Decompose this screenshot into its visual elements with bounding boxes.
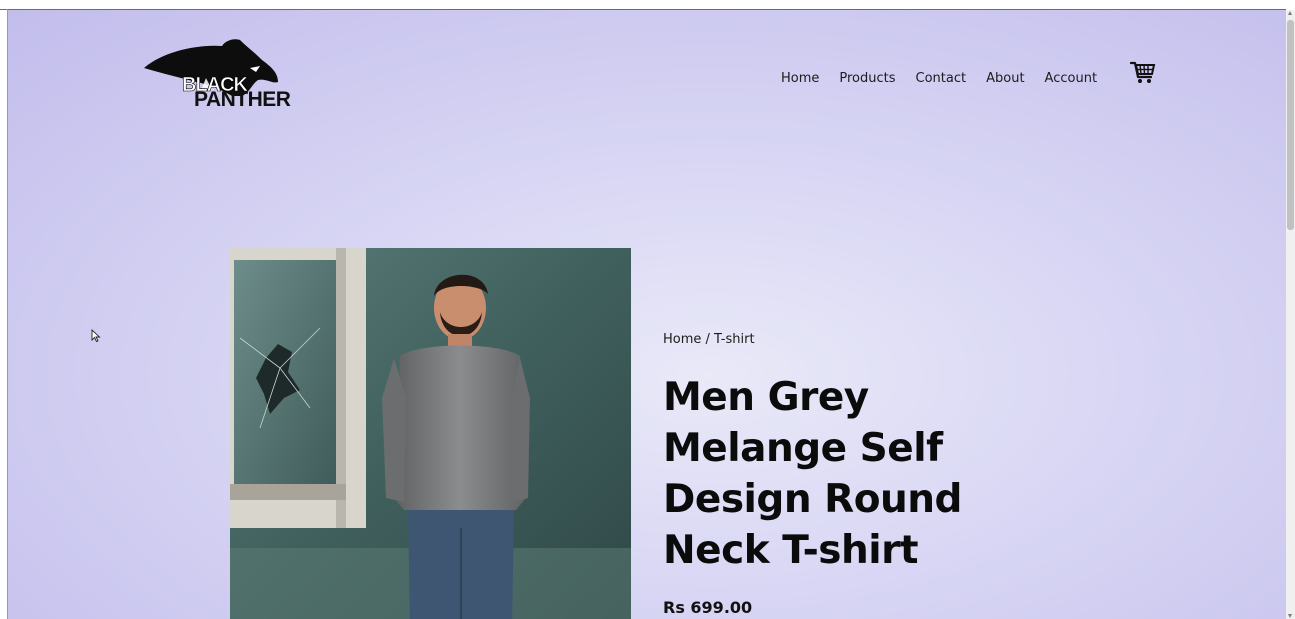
product-image[interactable] bbox=[230, 248, 631, 619]
shopping-cart-icon[interactable] bbox=[1129, 60, 1156, 86]
product-photo bbox=[230, 248, 631, 619]
product-price: Rs 699.00 bbox=[663, 598, 753, 617]
brand-logo[interactable]: BLACK PANTHER bbox=[142, 38, 312, 113]
vertical-scrollbar[interactable] bbox=[1286, 10, 1295, 619]
brand-wordmark: BLACK PANTHER bbox=[142, 38, 312, 113]
scroll-down-arrow-icon[interactable] bbox=[1288, 614, 1292, 618]
nav-about-link[interactable]: About bbox=[986, 71, 1024, 86]
main-nav: Home Products Contact About Account bbox=[781, 68, 1097, 88]
product-title: Men Grey Melange Self Design Round Neck … bbox=[663, 375, 962, 573]
nav-account-link[interactable]: Account bbox=[1045, 71, 1098, 86]
page-viewport: BLACK PANTHER Home Products Contact Abou… bbox=[8, 10, 1286, 619]
brand-logo-line2: PANTHER bbox=[194, 88, 291, 111]
nav-home-link[interactable]: Home bbox=[781, 71, 819, 86]
scrollbar-thumb[interactable] bbox=[1287, 20, 1294, 230]
nav-products-link[interactable]: Products bbox=[839, 71, 895, 86]
breadcrumb[interactable]: Home / T-shirt bbox=[663, 332, 755, 347]
nav-contact-link[interactable]: Contact bbox=[916, 71, 967, 86]
mouse-cursor-icon bbox=[91, 328, 101, 343]
scroll-up-arrow-icon[interactable] bbox=[1288, 11, 1292, 15]
